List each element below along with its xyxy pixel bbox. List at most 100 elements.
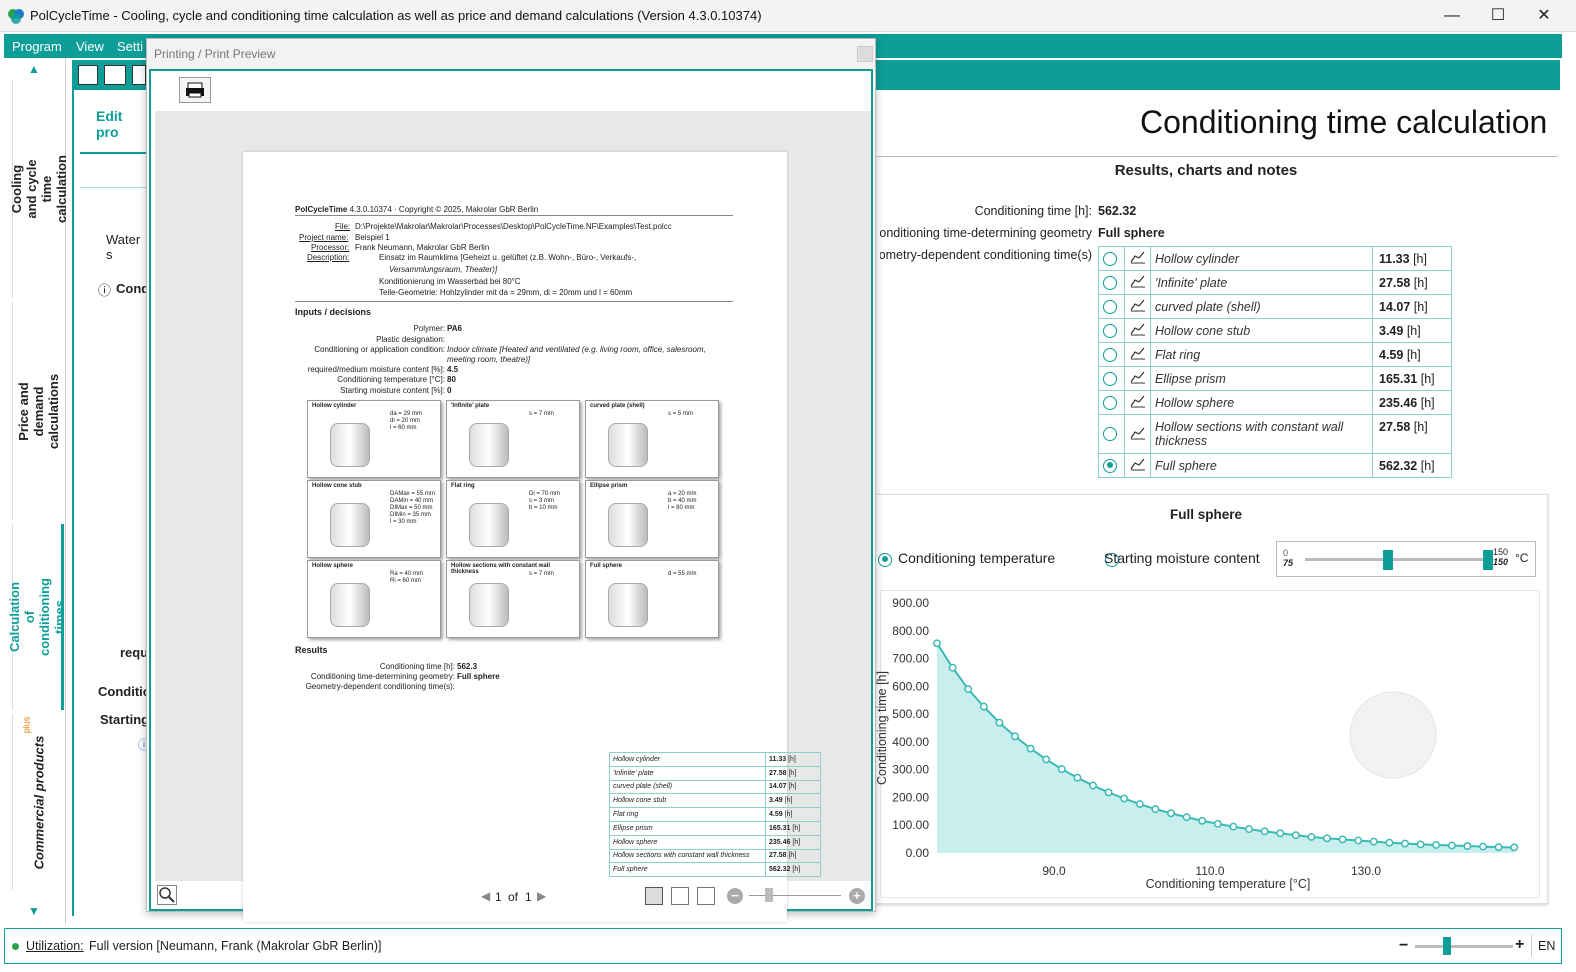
info-icon[interactable]: ⓘ [98,280,111,299]
paper-input-value: meeting room, theatre)] [447,355,531,364]
geometry-image [330,583,370,627]
ui-zoom-slider[interactable] [1415,945,1513,948]
thumbnail-title: 'Infinite' plate [451,403,490,409]
zoom-slider[interactable] [749,895,841,896]
row-radio[interactable] [1103,251,1117,266]
moisture-option-label: Starting moisture content [1104,550,1260,566]
chart-icon[interactable] [1130,346,1146,360]
paper-results-row: Ellipse prism 165.31 [h] [609,820,821,836]
zoom-icon[interactable] [157,885,177,905]
menu-program[interactable]: Program [12,39,62,54]
range-slider[interactable]: 0 75 150 150 °C [1276,541,1536,577]
page-of: of [508,890,519,904]
menu-settings[interactable]: Setti [117,39,143,54]
row-radio[interactable] [1103,427,1117,442]
scroll-down-icon[interactable]: ▼ [28,904,40,918]
thumbnail-param: di = 20 mm [390,418,420,424]
utilization-link[interactable]: Utilization: [26,939,84,953]
row-value: 3.49 [1379,323,1404,338]
row-radio[interactable] [1103,275,1117,290]
zoom-in-icon[interactable]: + [849,888,865,904]
paper-row-name: Hollow sections with constant wall thick… [609,848,766,864]
row-name: Ellipse prism [1150,366,1373,391]
chart-point [1073,773,1082,782]
chart-point [1463,842,1472,851]
open-folder-icon[interactable] [104,65,126,85]
scroll-up-icon[interactable]: ▲ [28,62,40,76]
sidebar-tab-cooling[interactable]: Cooling and cycle time calculation [9,80,69,298]
save-icon[interactable] [132,65,146,85]
thumbnail-title: Full sphere [590,563,623,569]
thumbnail-param: s = 3 mm [529,498,554,504]
two-page-icon[interactable] [671,887,689,905]
chart-icon[interactable] [1130,274,1146,288]
results-row[interactable]: Hollow cone stub 3.49 [h] [1098,318,1452,343]
thumbnail-param: b = 40 mm [668,498,697,504]
row-value: 27.58 [1379,275,1411,290]
chart-icon[interactable] [1130,322,1146,336]
results-row[interactable]: Hollow sections with constant wall thick… [1098,414,1452,454]
results-row[interactable]: 'Infinite' plate 27.58 [h] [1098,270,1452,295]
minimize-button[interactable]: — [1430,4,1474,28]
thumbnail-param: DIMax = 50 mm [390,505,433,511]
row-unit: [h] [1420,395,1435,410]
row-radio[interactable] [1103,347,1117,362]
single-page-icon[interactable] [645,887,663,905]
sidebar-tab-conditioning[interactable]: Calculation of conditioning times [7,524,67,710]
chart-icon[interactable] [1130,426,1146,440]
slider-handle[interactable] [1483,550,1493,570]
row-radio[interactable] [1103,395,1117,410]
row-radio[interactable] [1103,458,1117,473]
slider-handle[interactable] [1383,550,1393,570]
paper-results-row: Hollow sphere 235.46 [h] [609,834,821,850]
next-page-icon[interactable]: ▶ [537,889,546,903]
row-value: 11.33 [1379,251,1410,266]
multi-page-icon[interactable] [697,887,715,905]
chart-icon[interactable] [1130,394,1146,408]
row-radio[interactable] [1103,299,1117,314]
close-button[interactable]: ✕ [1522,4,1566,28]
zoom-out-icon[interactable]: − [1399,937,1408,955]
chart-icon[interactable] [1130,250,1146,264]
results-row[interactable]: Flat ring 4.59 [h] [1098,342,1452,367]
prev-page-icon[interactable]: ◀ [481,889,490,903]
chart-icon[interactable] [1130,370,1146,384]
print-button[interactable] [179,77,211,103]
chart-point [1369,837,1378,846]
results-row[interactable]: Hollow sphere 235.46 [h] [1098,390,1452,415]
geometry-thumbnail: Full sphere d = 55 mm [585,560,719,638]
thumbnail-title: Hollow sections with constant wall thick… [451,563,551,575]
results-heading: Results, charts and notes [1114,162,1298,179]
time-label: Conditioning time [h]: [974,204,1092,218]
geometry-thumbnail: 'Infinite' plate s = 7 mm [446,400,580,478]
thumbnail-param: DAMin = 40 mm [390,498,434,504]
language-button[interactable]: EN [1538,939,1555,953]
results-row[interactable]: Full sphere 562.32 [h] [1098,453,1452,478]
row-unit: [h] [1413,420,1428,434]
y-tick-label: 700.00 [892,652,929,666]
ui-zoom-handle[interactable] [1443,937,1451,955]
temperature-option[interactable] [878,552,892,567]
chart-icon[interactable] [1130,298,1146,312]
results-row[interactable]: Hollow cylinder 11.33 [h] [1098,246,1452,271]
zoom-slider-handle[interactable] [765,888,773,902]
geometry-image [469,583,509,627]
maximize-button[interactable]: ☐ [1476,4,1520,28]
row-radio[interactable] [1103,371,1117,386]
new-file-icon[interactable] [78,65,98,85]
paper-results-row: Flat ring 4.59 [h] [609,807,821,822]
preview-area[interactable]: PolCycleTime 4.3.0.10374 · Copyright © 2… [155,111,871,922]
results-row[interactable]: curved plate (shell) 14.07 [h] [1098,294,1452,319]
results-row[interactable]: Ellipse prism 165.31 [h] [1098,366,1452,391]
zoom-out-icon[interactable]: − [727,888,743,904]
y-tick-label: 100.00 [892,818,929,832]
menu-view[interactable]: View [76,39,104,54]
sidebar-tab-price[interactable]: Price and demand calculations [12,302,64,520]
zoom-in-icon[interactable]: + [1515,936,1524,954]
chart-point [1042,755,1051,764]
row-radio[interactable] [1103,323,1117,338]
sidebar-tab-commercial[interactable]: Commercial products [12,714,64,890]
chart-icon[interactable] [1130,457,1146,471]
edit-project-link[interactable]: Edit pro [96,108,148,140]
dialog-close-button[interactable] [857,46,873,62]
